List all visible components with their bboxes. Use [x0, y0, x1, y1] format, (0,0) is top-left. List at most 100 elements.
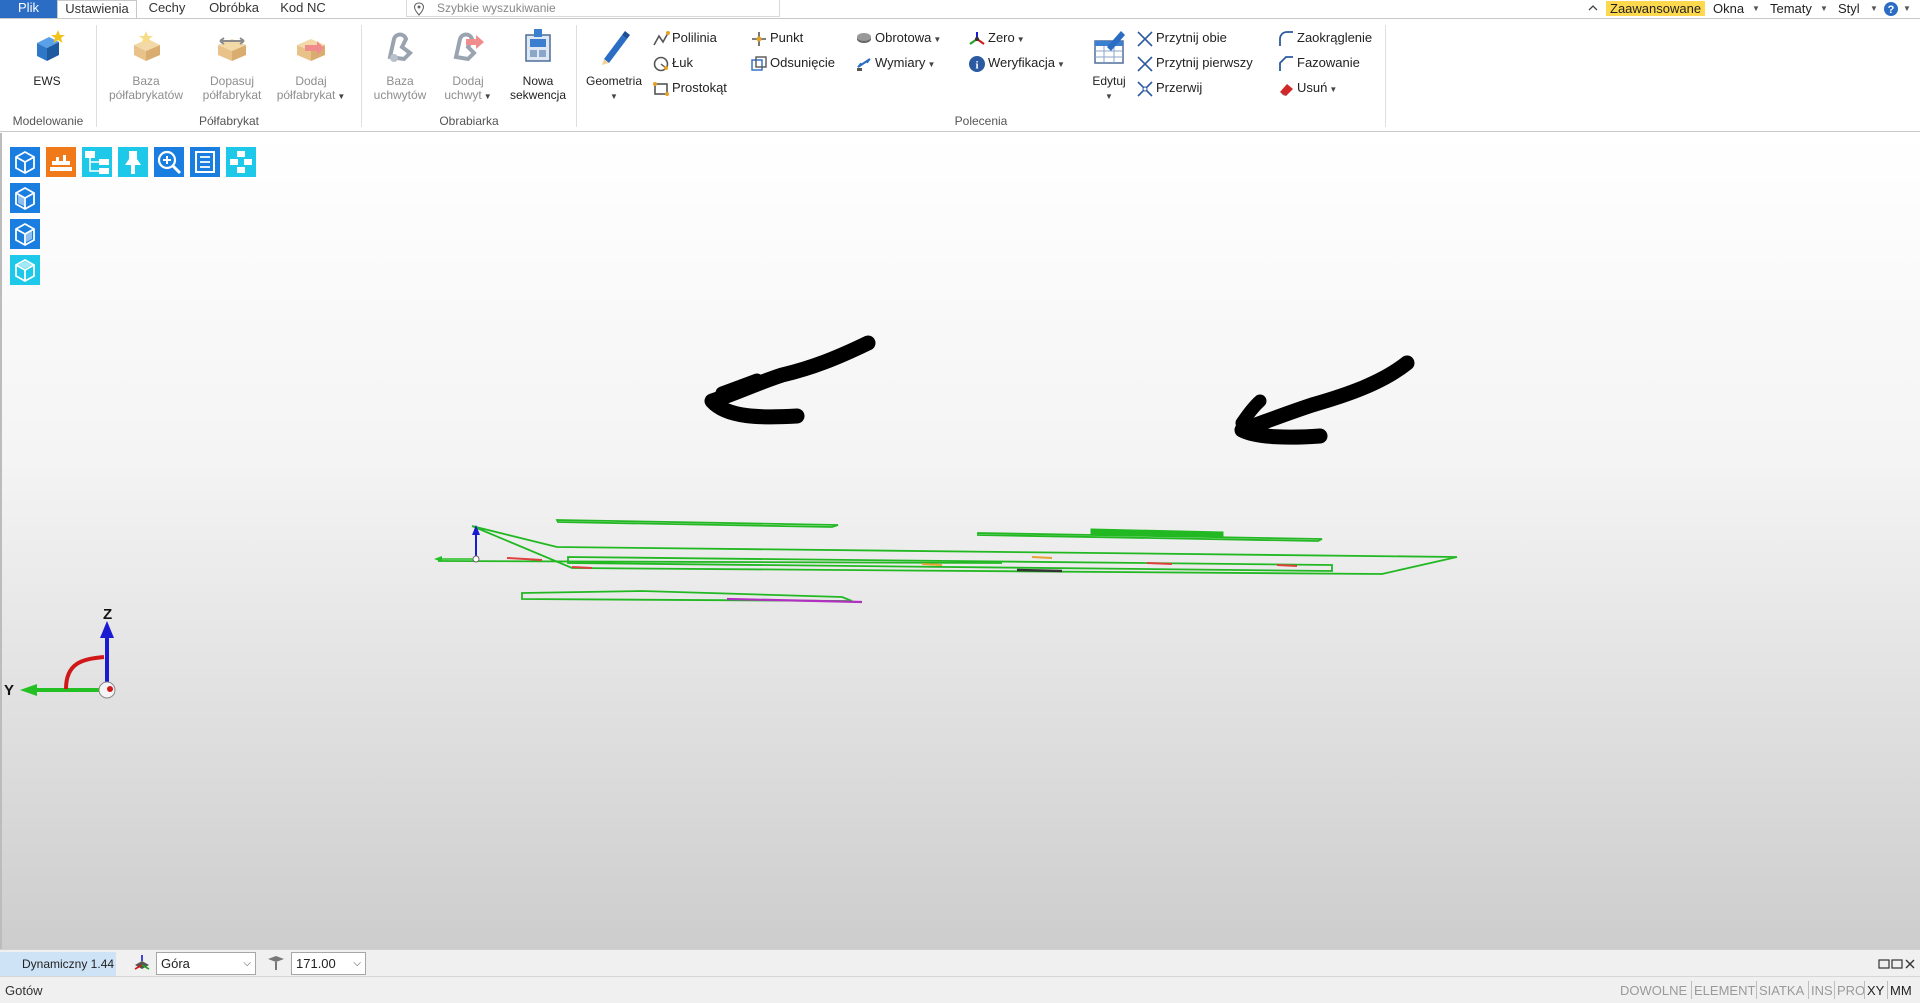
- dimensions-button[interactable]: Wymiary ▼: [855, 53, 935, 73]
- add-holder-button[interactable]: Dodaj uchwyt ▼: [436, 27, 500, 104]
- ews-button[interactable]: EWS: [22, 27, 72, 88]
- ribbon-tab-bar: Plik Ustawienia Cechy Obróbka Kod NC Szy…: [0, 0, 1920, 19]
- geometry-dropdown-icon: ▼: [610, 92, 618, 101]
- help-icon[interactable]: ?: [1883, 1, 1899, 17]
- part-geometry: [437, 519, 1458, 602]
- annotation-arrows: [704, 335, 1415, 445]
- verification-button[interactable]: i Weryfikacja ▼: [968, 53, 1065, 73]
- style-menu[interactable]: Styl: [1838, 0, 1860, 18]
- zoom-select-chevron-icon: ⌵: [353, 958, 361, 969]
- tab-nc-code[interactable]: Kod NC: [271, 0, 335, 18]
- offset-icon: [751, 55, 767, 71]
- status-separator: [1691, 981, 1692, 999]
- dimensions-icon: [857, 57, 871, 71]
- view-select[interactable]: Góra ⌵: [156, 952, 256, 975]
- windows-menu[interactable]: Okna: [1713, 0, 1744, 18]
- status-flag-xy[interactable]: XY: [1867, 983, 1884, 998]
- group-label-stock: Półfabrykat: [198, 114, 260, 128]
- tab-file[interactable]: Plik: [0, 0, 57, 18]
- cad-scene[interactable]: Z Y: [2, 133, 1920, 949]
- help-caret-icon: ▼: [1903, 4, 1911, 13]
- tab-features[interactable]: Cechy: [137, 0, 197, 18]
- fillet-button[interactable]: Zaokrąglenie: [1277, 28, 1372, 48]
- polyline-button[interactable]: Polilinia: [652, 28, 717, 48]
- delete-button[interactable]: Usuń ▼: [1277, 78, 1337, 98]
- status-flag-ins[interactable]: INS: [1811, 983, 1833, 998]
- fit-stock-icon: [218, 37, 246, 61]
- add-stock-button[interactable]: Dodaj półfabrykat ▼: [271, 27, 351, 104]
- add-stock-icon: [297, 39, 325, 61]
- view-orientation-icon[interactable]: [131, 953, 153, 973]
- holder-base-button[interactable]: Baza uchwytów: [364, 27, 436, 102]
- add-holder-icon: [453, 32, 484, 62]
- status-flag-siatka[interactable]: SIATKA: [1759, 983, 1804, 998]
- stock-base-icon: [134, 31, 160, 61]
- offset-button[interactable]: Odsunięcie: [750, 53, 835, 73]
- axis-triad: Z Y: [4, 606, 116, 699]
- rotary-button[interactable]: Obrotowa ▼: [855, 28, 941, 48]
- edit-button[interactable]: Edytuj ▼: [1084, 27, 1134, 104]
- status-flag-dowolne[interactable]: DOWOLNE: [1620, 983, 1687, 998]
- zoom-value-select[interactable]: 171.00 ⌵: [291, 952, 366, 975]
- view-toolbar: Dynamiczny 1.44 Góra ⌵ 171.00 ⌵: [0, 949, 1920, 976]
- new-sequence-button[interactable]: Nowa sekwencja: [504, 27, 572, 102]
- rectangle-icon: [653, 81, 669, 96]
- delete-dropdown-icon: ▼: [1329, 85, 1338, 94]
- eraser-icon: [1280, 83, 1293, 96]
- themes-menu[interactable]: Tematy: [1770, 0, 1812, 18]
- ribbon: EWS Modelowanie Baza półfabrykatów Dopasu…: [0, 18, 1920, 132]
- status-bar: Gotów DOWOLNE ELEMENT SIATKA INS PRO XY …: [0, 976, 1920, 1003]
- rotary-dropdown-icon: ▼: [933, 35, 942, 44]
- point-button[interactable]: Punkt: [750, 28, 803, 48]
- stock-base-button[interactable]: Baza półfabrykatów: [102, 27, 190, 102]
- geometry-button[interactable]: Geometria ▼: [578, 27, 650, 104]
- fit-stock-button[interactable]: Dopasuj półfabrykat: [193, 27, 271, 102]
- z-axis-label: Z: [103, 606, 112, 623]
- group-separator: [96, 25, 97, 127]
- window-controls-icon[interactable]: [1878, 958, 1918, 970]
- arc-icon: [653, 56, 669, 71]
- polyline-icon: [653, 30, 670, 45]
- quick-search-input[interactable]: Szybkie wyszukiwanie: [406, 0, 780, 17]
- dynamic-mode-label[interactable]: Dynamiczny 1.44: [0, 952, 117, 976]
- ews-icon: [37, 30, 65, 61]
- collapse-ribbon-icon[interactable]: [1587, 3, 1599, 13]
- advanced-mode-toggle[interactable]: Zaawansowane: [1606, 0, 1706, 18]
- location-pin-icon: [413, 2, 425, 16]
- group-label-machine: Obrabiarka: [439, 114, 499, 128]
- status-separator: [1887, 981, 1888, 999]
- graphics-viewport[interactable]: Z Y: [0, 133, 1920, 949]
- status-separator: [1834, 981, 1835, 999]
- trim-first-icon: [1137, 55, 1153, 72]
- break-icon: [1137, 80, 1153, 97]
- status-separator: [1756, 981, 1757, 999]
- group-separator: [1385, 25, 1386, 127]
- status-flag-pro[interactable]: PRO: [1837, 983, 1865, 998]
- group-separator: [361, 25, 362, 127]
- svg-text:i: i: [975, 59, 978, 71]
- point-icon: [752, 31, 766, 46]
- verification-dropdown-icon: ▼: [1056, 60, 1065, 69]
- trim-first-button[interactable]: Przytnij pierwszy: [1136, 53, 1253, 73]
- add-stock-dropdown-icon: ▼: [337, 92, 346, 101]
- dimensions-dropdown-icon: ▼: [927, 60, 936, 69]
- holder-base-icon: [387, 32, 414, 62]
- chamfer-button[interactable]: Fazowanie: [1277, 53, 1360, 73]
- arc-button[interactable]: Łuk: [652, 53, 693, 73]
- view-select-chevron-icon: ⌵: [243, 958, 251, 969]
- edit-dropdown-icon: ▼: [1105, 92, 1113, 101]
- chamfer-icon: [1279, 55, 1293, 71]
- tab-settings[interactable]: Ustawienia: [57, 0, 137, 19]
- camera-angle-icon[interactable]: [266, 954, 286, 972]
- status-text: Gotów: [5, 983, 43, 998]
- zero-button[interactable]: Zero ▼: [968, 28, 1025, 48]
- tab-machining[interactable]: Obróbka: [197, 0, 271, 18]
- rectangle-button[interactable]: Prostokąt: [652, 78, 727, 98]
- break-button[interactable]: Przerwij: [1136, 78, 1202, 98]
- edit-table-icon: [1094, 31, 1125, 64]
- status-flag-mm[interactable]: MM: [1890, 983, 1912, 998]
- group-label-commands: Polecenia: [954, 114, 1008, 128]
- status-flag-element[interactable]: ELEMENT: [1694, 983, 1755, 998]
- svg-text:?: ?: [1888, 4, 1895, 16]
- trim-both-button[interactable]: Przytnij obie: [1136, 28, 1227, 48]
